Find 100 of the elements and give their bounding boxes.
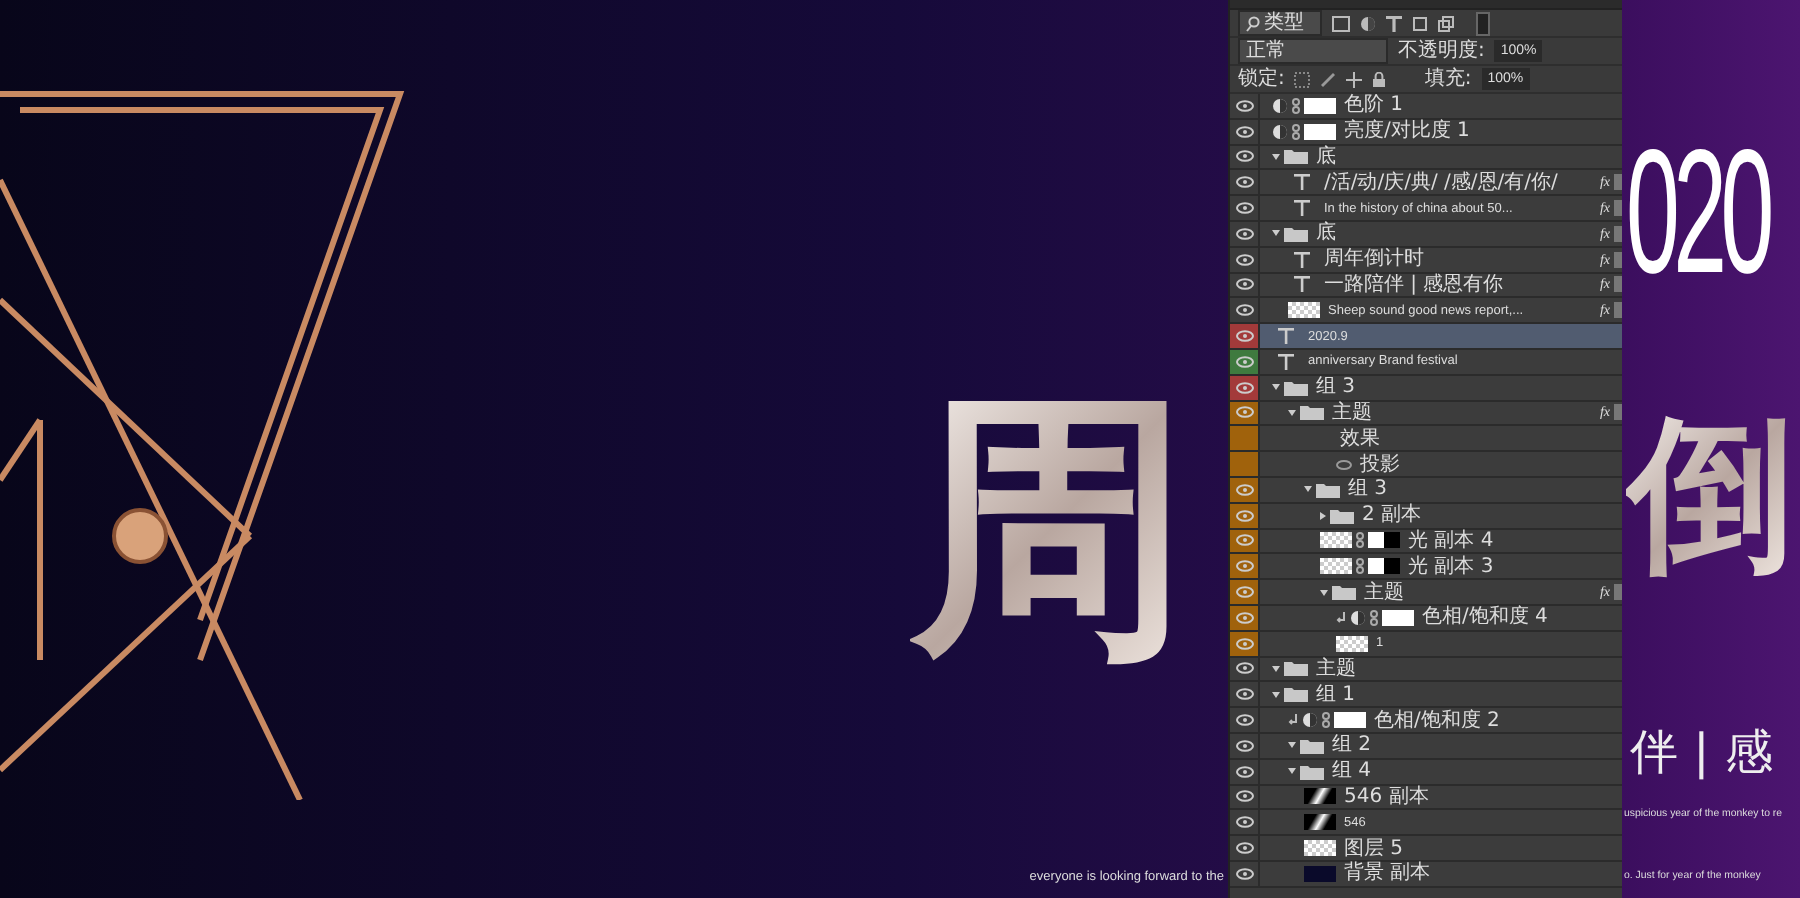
visibility-cell[interactable]	[1230, 349, 1260, 374]
eye-icon	[1235, 842, 1253, 854]
visibility-cell[interactable]	[1230, 298, 1260, 323]
layer-name: 2 副本	[1362, 504, 1422, 527]
visibility-cell[interactable]	[1230, 785, 1260, 809]
eye-icon	[1235, 560, 1253, 573]
mask-thumbnail	[1382, 609, 1414, 626]
brush-icon[interactable]	[1320, 71, 1337, 87]
visibility-cell[interactable]	[1230, 682, 1260, 707]
eye-icon	[1235, 662, 1253, 675]
eye-icon[interactable]	[1336, 459, 1352, 470]
visibility-cell[interactable]	[1230, 503, 1260, 528]
text-layer-icon	[1294, 251, 1310, 268]
adjustment-icon	[1272, 123, 1288, 140]
eye-icon	[1235, 714, 1253, 727]
layer-name: 主题	[1364, 581, 1404, 604]
lock-icon[interactable]	[1372, 71, 1387, 87]
layer-thumbnail	[1304, 840, 1336, 856]
layer-row[interactable]: 组 3	[1230, 375, 1622, 402]
layer-thumbnail	[1304, 788, 1336, 805]
visibility-cell[interactable]	[1230, 836, 1260, 860]
layer-row[interactable]: 图层 5	[1230, 836, 1622, 862]
visibility-cell[interactable]	[1230, 145, 1260, 169]
image-filter-icon[interactable]	[1332, 15, 1350, 31]
visibility-cell[interactable]	[1230, 554, 1260, 579]
visibility-cell[interactable]	[1230, 196, 1260, 220]
text-layer-icon	[1278, 328, 1294, 345]
mask-thumbnail	[1334, 712, 1366, 729]
type-filter-icon[interactable]	[1386, 15, 1402, 31]
filter-toggle[interactable]	[1476, 11, 1490, 35]
layer-row[interactable]: 色相/饱和度 4	[1230, 605, 1622, 632]
visibility-cell[interactable]	[1230, 221, 1260, 246]
visibility-cell[interactable]	[1230, 170, 1260, 195]
visibility-cell[interactable]	[1230, 631, 1260, 656]
layer-row[interactable]: 2 副本	[1230, 503, 1622, 530]
visibility-cell[interactable]	[1230, 477, 1260, 502]
layer-row[interactable]: 光 副本 4	[1230, 529, 1622, 555]
visibility-cell[interactable]	[1230, 401, 1260, 425]
visibility-cell[interactable]	[1230, 247, 1260, 272]
move-icon[interactable]	[1346, 71, 1363, 87]
layer-name: 主题	[1316, 657, 1356, 680]
visibility-cell[interactable]	[1230, 529, 1260, 553]
layer-name: 背景 副本	[1344, 862, 1431, 885]
visibility-cell[interactable]	[1230, 119, 1260, 144]
lock-pixels-icon[interactable]	[1294, 71, 1311, 87]
link-icon	[1292, 123, 1300, 140]
link-icon	[1370, 609, 1378, 626]
eye-icon	[1235, 534, 1253, 547]
eye-icon	[1235, 637, 1253, 650]
visibility-cell[interactable]	[1230, 810, 1260, 835]
blend-mode-dropdown[interactable]: 正常	[1238, 38, 1388, 64]
layer-thumbnail	[1320, 558, 1352, 575]
layer-thumbnail	[1336, 635, 1368, 652]
layer-row[interactable]: 组 3	[1230, 477, 1622, 504]
layer-row[interactable]: 组 4	[1230, 759, 1622, 786]
layer-row[interactable]: 色相/饱和度 2	[1230, 708, 1622, 734]
layer-row[interactable]: 546 副本	[1230, 785, 1622, 811]
layer-row[interactable]: 组 1	[1230, 682, 1622, 709]
layer-row[interactable]: 亮度/对比度 1	[1230, 119, 1622, 146]
link-icon	[1356, 558, 1364, 575]
text-layer-icon	[1278, 353, 1294, 370]
layer-row[interactable]: 背景 副本	[1230, 861, 1622, 888]
eye-icon	[1235, 586, 1253, 599]
layer-name: 色相/饱和度 4	[1422, 606, 1548, 629]
visibility-cell[interactable]	[1230, 273, 1260, 297]
eye-icon	[1235, 509, 1253, 522]
adjustment-icon	[1272, 97, 1288, 114]
layer-name: 组 1	[1316, 683, 1356, 706]
layer-name: 周年倒计时	[1324, 248, 1424, 271]
visibility-cell[interactable]	[1230, 759, 1260, 784]
visibility-cell[interactable]	[1230, 94, 1260, 118]
visibility-cell[interactable]	[1230, 324, 1260, 348]
visibility-cell[interactable]	[1230, 605, 1260, 630]
eye-icon	[1235, 304, 1253, 317]
shape-filter-icon[interactable]	[1412, 15, 1428, 31]
layer-row[interactable]: 主题	[1230, 657, 1622, 683]
visibility-cell[interactable]	[1230, 708, 1260, 732]
adjustment-icon	[1302, 712, 1318, 729]
eye-icon	[1235, 739, 1253, 752]
layer-name: 光 副本 3	[1408, 555, 1494, 578]
visibility-cell[interactable]	[1230, 657, 1260, 681]
filter-dropdown[interactable]: 类型	[1238, 10, 1322, 36]
visibility-cell[interactable]	[1230, 861, 1260, 886]
adjustment-icon	[1350, 609, 1366, 626]
smart-object-filter-icon[interactable]	[1438, 15, 1454, 31]
visibility-cell[interactable]	[1230, 733, 1260, 758]
layer-thumbnail	[1304, 814, 1336, 831]
eye-icon	[1235, 765, 1253, 778]
layer-row[interactable]: 光 副本 3	[1230, 554, 1622, 581]
visibility-cell[interactable]	[1230, 580, 1260, 604]
layer-name: 图层 5	[1344, 837, 1404, 859]
visibility-cell[interactable]	[1230, 375, 1260, 400]
effects-label: 效果	[1340, 427, 1380, 450]
adjustment-filter-icon[interactable]	[1360, 15, 1376, 31]
layer-row[interactable]: 组 2	[1230, 733, 1622, 760]
layer-row[interactable]: 底	[1230, 145, 1622, 171]
eye-icon	[1235, 125, 1253, 138]
search-icon	[1246, 15, 1260, 31]
layer-row[interactable]: 色阶 1	[1230, 94, 1622, 120]
effect-name: 投影	[1360, 453, 1400, 476]
